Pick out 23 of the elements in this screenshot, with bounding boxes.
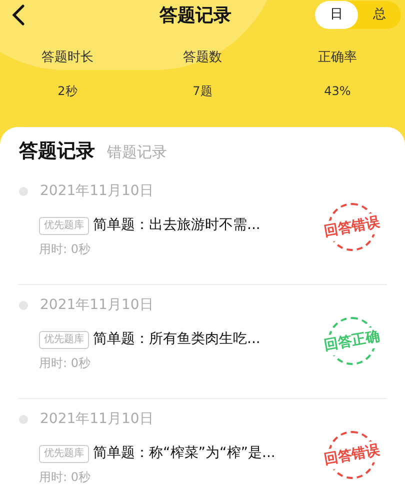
page-title: 答题记录 <box>160 4 232 28</box>
stat-value: 2秒 <box>58 82 78 100</box>
question-text[interactable]: 简单题：称“榨菜”为“榨”是... <box>93 443 276 464</box>
stat-value: 7题 <box>192 82 212 100</box>
record-date: 2021年11月10日 <box>40 182 154 201</box>
stat-value: 43% <box>324 82 351 100</box>
record-tab[interactable]: 答题记录 <box>19 139 95 163</box>
time-used: 用时: 0秒 <box>39 469 90 485</box>
stat-label: 正确率 <box>318 49 357 67</box>
period-toggle-option[interactable]: 总 <box>358 1 401 29</box>
record-date: 2021年11月10日 <box>40 410 154 429</box>
question-text[interactable]: 简单题：所有鱼类肉生吃... <box>93 329 260 350</box>
time-used: 用时: 0秒 <box>39 355 90 372</box>
back-icon[interactable] <box>10 4 26 26</box>
period-toggle-option[interactable]: 日 <box>315 1 358 29</box>
stat-label: 答题时长 <box>42 49 94 67</box>
record-date: 2021年11月10日 <box>40 296 154 315</box>
question-text[interactable]: 简单题：出去旅游时不需... <box>93 215 260 236</box>
question-bank-tag: 优先题库 <box>39 330 89 348</box>
time-used: 用时: 0秒 <box>39 241 90 258</box>
question-bank-tag: 优先题库 <box>39 216 89 234</box>
stat-label: 答题数 <box>183 49 222 67</box>
question-bank-tag: 优先题库 <box>39 444 89 462</box>
